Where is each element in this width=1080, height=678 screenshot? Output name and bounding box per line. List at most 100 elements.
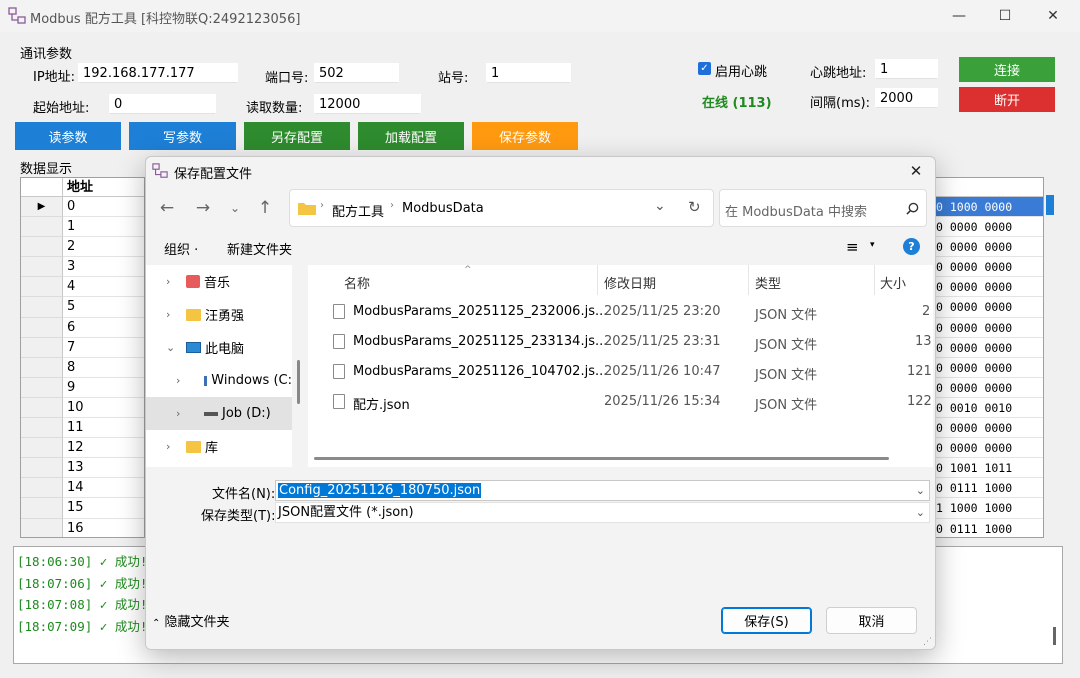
address-cell[interactable]: 13 (63, 458, 144, 479)
filetype-chevron-down-icon[interactable]: ⌄ (916, 503, 925, 522)
address-cell[interactable]: 12 (63, 438, 144, 459)
help-icon[interactable]: ? (903, 238, 920, 255)
nav-item-music[interactable]: › 音乐 (146, 265, 292, 298)
resize-grip-icon[interactable]: ⋰ (923, 637, 932, 647)
row-header[interactable] (21, 217, 63, 238)
binary-cell[interactable]: 1 1000 1000 (936, 498, 1043, 519)
binary-cell[interactable]: 0 0010 0010 (936, 398, 1043, 419)
nav-expand-chevron-icon[interactable]: › (146, 275, 170, 288)
binary-cell[interactable]: 0 0000 0000 (936, 217, 1043, 238)
binary-cell[interactable]: 0 0000 0000 (936, 277, 1043, 298)
refresh-icon[interactable]: ↻ (688, 198, 701, 216)
binary-cell[interactable]: 0 0000 0000 (936, 338, 1043, 358)
table-row[interactable]: 14 (21, 478, 144, 499)
row-header[interactable]: ▶ (21, 197, 63, 218)
write-params-button[interactable]: 写参数 (129, 122, 236, 150)
cancel-button[interactable]: 取消 (826, 607, 917, 634)
row-header[interactable] (21, 397, 63, 419)
row-header[interactable] (21, 518, 63, 537)
save-as-config-button[interactable]: 另存配置 (244, 122, 350, 150)
file-row[interactable]: ModbusParams_20251125_233134.js... 2025/… (308, 327, 933, 357)
port-input[interactable]: 502 (314, 63, 399, 83)
start-address-input[interactable]: 0 (109, 94, 216, 114)
load-config-button[interactable]: 加载配置 (358, 122, 464, 150)
breadcrumb-item-0[interactable]: 配方工具 (332, 201, 384, 220)
binary-cell[interactable]: 0 0000 0000 (936, 358, 1043, 378)
address-chevron-down-icon[interactable]: ⌄ (654, 198, 666, 214)
column-separator[interactable] (748, 265, 749, 295)
recent-chevron-down-icon[interactable]: ⌄ (222, 197, 248, 219)
nav-item-this-pc[interactable]: ⌄ 此电脑 (146, 331, 292, 364)
forward-arrow-icon[interactable]: → (190, 197, 216, 219)
table-row[interactable]: 9 (21, 377, 144, 398)
row-header[interactable] (21, 317, 63, 338)
table-row[interactable]: ▶ 0 (21, 197, 144, 218)
view-menu-icon[interactable]: ≡ (846, 238, 859, 256)
row-header[interactable] (21, 257, 63, 278)
filename-chevron-down-icon[interactable]: ⌄ (916, 481, 925, 500)
log-scrollbar-thumb[interactable] (1053, 627, 1056, 645)
organize-menu[interactable]: 组织 · (164, 239, 198, 258)
row-header[interactable] (21, 377, 63, 398)
row-header[interactable] (21, 478, 63, 499)
breadcrumb-item-1[interactable]: ModbusData (402, 201, 484, 216)
ip-input[interactable]: 192.168.177.177 (78, 63, 238, 83)
grid-scrollbar-thumb[interactable] (1046, 195, 1054, 215)
table-row[interactable]: 11 (21, 418, 144, 439)
back-arrow-icon[interactable]: ← (154, 197, 180, 219)
table-row[interactable]: 7 (21, 337, 144, 358)
table-row[interactable]: 8 (21, 357, 144, 378)
interval-input[interactable]: 2000 (875, 88, 938, 108)
table-row[interactable]: 1 (21, 217, 144, 238)
column-separator[interactable] (597, 265, 598, 295)
data-grid-right[interactable]: 0 1000 0000 0 0000 0000 0 0000 0000 0 0000 … (936, 177, 1044, 538)
address-cell[interactable]: 7 (63, 338, 144, 358)
nav-item-user-folder[interactable]: › 汪勇强 (146, 298, 292, 331)
file-row[interactable]: ModbusParams_20251126_104702.js... 2025/… (308, 357, 933, 387)
up-arrow-icon[interactable]: ↑ (252, 197, 278, 219)
minimize-button[interactable]: — (936, 0, 982, 32)
close-button[interactable]: ✕ (1030, 0, 1076, 32)
address-bar[interactable]: › 配方工具 › ModbusData ⌄ ↻ (289, 189, 714, 227)
column-header-name[interactable]: 名称 (344, 273, 370, 292)
column-header-modified[interactable]: 修改日期 (604, 273, 656, 292)
station-input[interactable]: 1 (486, 63, 571, 83)
nav-item-drive-d[interactable]: › Job (D:) (146, 397, 292, 430)
read-params-button[interactable]: 读参数 (15, 122, 121, 150)
address-cell[interactable]: 0 (63, 197, 144, 218)
binary-cell[interactable]: 0 0000 0000 (936, 418, 1043, 439)
address-cell[interactable]: 6 (63, 318, 144, 338)
address-cell[interactable]: 15 (63, 498, 144, 519)
new-folder-button[interactable]: 新建文件夹 (227, 239, 292, 258)
binary-cell[interactable]: 0 0000 0000 (936, 237, 1043, 258)
dialog-close-button[interactable]: ✕ (901, 159, 931, 183)
nav-expand-chevron-icon[interactable]: › (146, 308, 170, 321)
table-row[interactable]: 6 (21, 317, 144, 338)
row-header[interactable] (21, 418, 63, 439)
address-cell[interactable]: 11 (63, 418, 144, 439)
data-grid[interactable]: 地址 ▶ 0 1 2 3 4 5 6 7 8 9 10 11 12 13 14 15 16 (20, 177, 145, 538)
save-button[interactable]: 保存(S) (721, 607, 812, 634)
binary-cell[interactable]: 0 0000 0000 (936, 378, 1043, 398)
nav-expand-chevron-icon[interactable]: › (146, 374, 180, 387)
table-row[interactable]: 5 (21, 297, 144, 318)
column-header-type[interactable]: 类型 (755, 273, 781, 292)
maximize-button[interactable]: ☐ (982, 0, 1028, 32)
file-row[interactable]: ModbusParams_20251125_232006.js... 2025/… (308, 297, 933, 327)
binary-cell[interactable]: 0 1000 0000 (936, 197, 1043, 218)
address-cell[interactable]: 4 (63, 277, 144, 298)
table-row[interactable]: 3 (21, 257, 144, 278)
filetype-select[interactable]: JSON配置文件 (*.json) ⌄ (275, 502, 930, 523)
row-header[interactable] (21, 458, 63, 479)
address-cell[interactable]: 8 (63, 358, 144, 378)
row-header[interactable] (21, 498, 63, 519)
row-header[interactable] (21, 277, 63, 298)
row-header[interactable] (21, 438, 63, 459)
nav-item-drive-c[interactable]: › Windows (C: (146, 364, 292, 397)
disconnect-button[interactable]: 断开 (959, 87, 1055, 112)
view-chevron-down-icon[interactable]: ▾ (870, 240, 875, 250)
column-separator[interactable] (874, 265, 875, 295)
address-cell[interactable]: 16 (63, 519, 144, 538)
table-row[interactable]: 15 (21, 498, 144, 519)
row-header[interactable] (21, 237, 63, 258)
